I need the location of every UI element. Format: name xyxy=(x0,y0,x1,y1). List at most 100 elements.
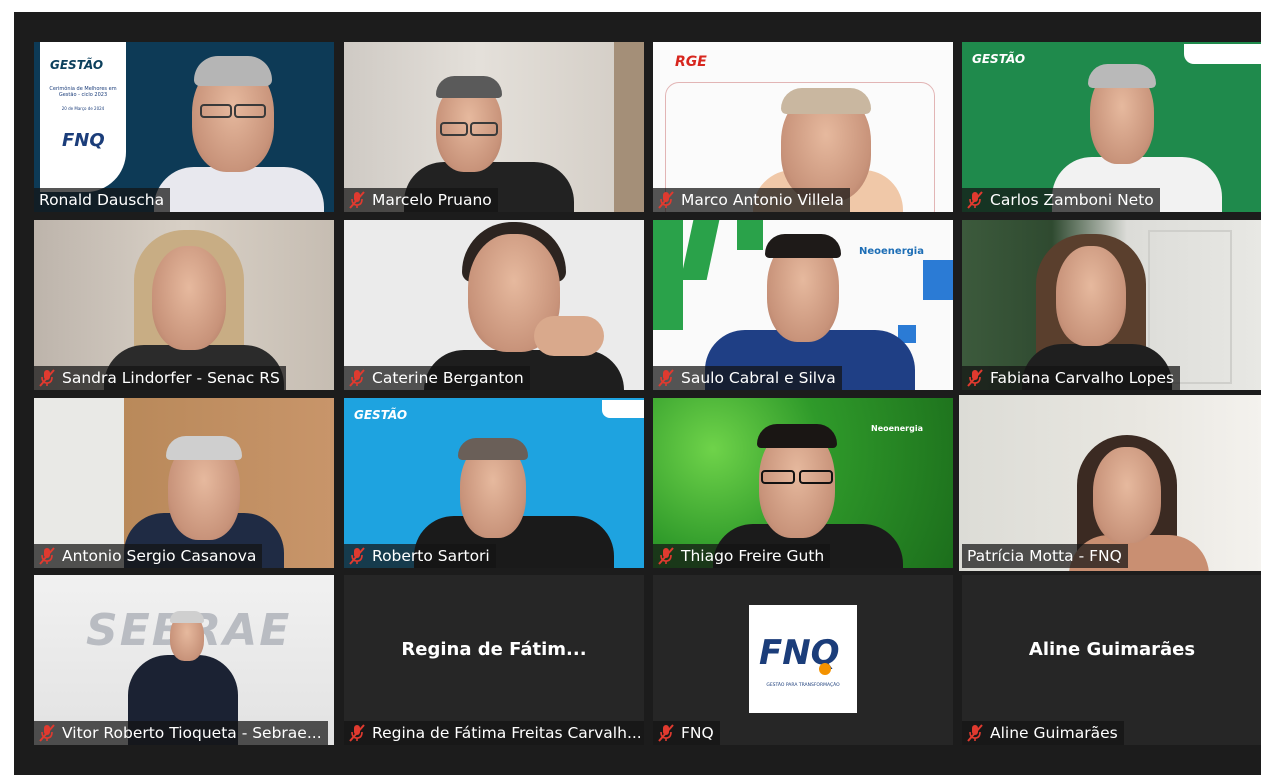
participant-name-bar: Marco Antonio Villela xyxy=(653,188,850,212)
mic-muted-icon[interactable] xyxy=(967,724,983,742)
mic-muted-icon[interactable] xyxy=(349,724,365,742)
participant-name-bar: Marcelo Pruano xyxy=(344,188,498,212)
person-hair xyxy=(194,56,272,86)
participant-display-name: Regina de Fátim... xyxy=(401,639,587,660)
participant-name: Sandra Lindorfer - Senac RS xyxy=(62,369,280,387)
video-placeholder xyxy=(962,575,1261,745)
person-hair xyxy=(166,436,242,460)
mic-muted-icon[interactable] xyxy=(349,369,365,387)
mic-muted-icon[interactable] xyxy=(39,369,55,387)
person-head xyxy=(1056,246,1126,346)
neoenergia-logo: Neoenergia xyxy=(871,424,923,433)
participant-name: Patrícia Motta - FNQ xyxy=(967,547,1122,565)
participant-name: Marcelo Pruano xyxy=(372,191,492,209)
participant-name-bar: Saulo Cabral e Silva xyxy=(653,366,842,390)
participant-name: Thiago Freire Guth xyxy=(681,547,825,565)
gestao-logo: GESTÃO xyxy=(354,408,408,422)
video-tile-no-video[interactable]: FNQ GESTÃO PARA TRANSFORMAÇÃO FNQ xyxy=(653,575,953,745)
participant-name-bar: Caterine Berganton xyxy=(344,366,530,390)
glasses xyxy=(799,470,833,484)
mic-muted-icon[interactable] xyxy=(39,547,55,565)
glasses xyxy=(440,122,468,136)
person-hair xyxy=(757,424,837,448)
participant-name-bar: Aline Guimarães xyxy=(962,721,1124,745)
person-hair xyxy=(170,611,204,623)
video-tile[interactable]: Neoenergia Saulo Cabral e Silva xyxy=(653,220,953,390)
gestao-logo: GESTÃO xyxy=(50,58,104,72)
video-tile-no-video[interactable]: Aline Guimarães Aline Guimarães xyxy=(962,575,1261,745)
video-tile-no-video[interactable]: Regina de Fátim... Regina de Fátima Frei… xyxy=(344,575,644,745)
participant-name: Marco Antonio Villela xyxy=(681,191,844,209)
mic-muted-icon[interactable] xyxy=(658,547,674,565)
sponsor-strip xyxy=(1184,44,1261,64)
video-tile[interactable]: Neoenergia Thiago Freire Guth xyxy=(653,398,953,568)
mic-muted-icon[interactable] xyxy=(658,369,674,387)
fnq-tagline: GESTÃO PARA TRANSFORMAÇÃO xyxy=(766,683,840,688)
mic-muted-icon[interactable] xyxy=(39,724,55,742)
participant-name-bar: Carlos Zamboni Neto xyxy=(962,188,1160,212)
participant-name-bar: FNQ xyxy=(653,721,720,745)
video-tile[interactable]: SEBRAE Vitor Roberto Tioqueta - Sebrae..… xyxy=(34,575,334,745)
gestao-banner: GESTÃO Cerimônia de Melhores em Gestão -… xyxy=(40,42,126,192)
person-hair xyxy=(1088,64,1156,88)
participant-name: Caterine Berganton xyxy=(372,369,524,387)
participant-name: Regina de Fátima Freitas Carvalh... xyxy=(372,724,642,742)
person-body xyxy=(154,167,324,212)
participant-name-bar: Fabiana Carvalho Lopes xyxy=(962,366,1181,390)
mic-muted-icon[interactable] xyxy=(658,191,674,209)
video-placeholder xyxy=(344,575,644,745)
fnq-logo: FNQ xyxy=(62,130,105,151)
participant-name-bar: Thiago Freire Guth xyxy=(653,544,831,568)
participant-name-bar: Roberto Sartori xyxy=(344,544,496,568)
person-hair xyxy=(781,88,871,114)
video-tile[interactable]: Fabiana Carvalho Lopes xyxy=(962,220,1261,390)
video-tile[interactable]: GESTÃO Roberto Sartori xyxy=(344,398,644,568)
mic-muted-icon[interactable] xyxy=(967,369,983,387)
neoenergia-logo: Neoenergia xyxy=(859,246,924,257)
person-hair xyxy=(458,438,528,460)
person-head xyxy=(152,246,226,350)
video-tile[interactable]: GESTÃO Cerimônia de Melhores em Gestão -… xyxy=(34,42,334,212)
deco-stripe xyxy=(653,220,683,330)
glasses xyxy=(200,104,232,118)
glasses xyxy=(470,122,498,136)
event-caption: Cerimônia de Melhores em Gestão - ciclo … xyxy=(49,86,117,98)
mic-muted-icon[interactable] xyxy=(658,724,674,742)
event-date: 20 de Março de 2024 xyxy=(61,106,105,111)
sponsor-strip xyxy=(602,400,644,418)
rge-logo: RGE xyxy=(675,54,707,70)
video-tile[interactable]: GESTÃO Carlos Zamboni Neto xyxy=(962,42,1261,212)
participant-name: Vitor Roberto Tioqueta - Sebrae... xyxy=(62,724,322,742)
participant-name: Fabiana Carvalho Lopes xyxy=(990,369,1175,387)
video-tile[interactable]: Marcelo Pruano xyxy=(344,42,644,212)
participant-name: Roberto Sartori xyxy=(372,547,490,565)
participant-display-name: Aline Guimarães xyxy=(1028,639,1196,660)
profile-picture: FNQ GESTÃO PARA TRANSFORMAÇÃO xyxy=(749,605,857,713)
participant-name-bar: Sandra Lindorfer - Senac RS xyxy=(34,366,286,390)
fnq-logo-dot xyxy=(819,663,831,675)
person-hair xyxy=(436,76,502,98)
video-tile[interactable]: Antonio Sergio Casanova xyxy=(34,398,334,568)
video-grid: GESTÃO Cerimônia de Melhores em Gestão -… xyxy=(14,12,1261,775)
mic-muted-icon[interactable] xyxy=(967,191,983,209)
participant-name-bar: Vitor Roberto Tioqueta - Sebrae... xyxy=(34,721,328,745)
video-tile-active-speaker[interactable]: Patrícia Motta - FNQ xyxy=(959,395,1261,571)
participant-name: FNQ xyxy=(681,724,714,742)
video-tile[interactable]: RGE Marco Antonio Villela xyxy=(653,42,953,212)
video-tile[interactable]: Sandra Lindorfer - Senac RS xyxy=(34,220,334,390)
participant-name-bar: Antonio Sergio Casanova xyxy=(34,544,263,568)
participant-name: Aline Guimarães xyxy=(990,724,1118,742)
person-head xyxy=(1093,447,1161,543)
hand xyxy=(534,316,604,356)
participant-name: Ronald Dauscha xyxy=(39,191,165,209)
mic-muted-icon[interactable] xyxy=(349,191,365,209)
deco-block xyxy=(923,260,953,300)
gestao-logo: GESTÃO xyxy=(972,52,1026,66)
mic-muted-icon[interactable] xyxy=(349,547,365,565)
participant-name: Carlos Zamboni Neto xyxy=(990,191,1154,209)
glasses xyxy=(761,470,795,484)
participant-name-bar: Patrícia Motta - FNQ xyxy=(962,544,1128,568)
participant-name-bar: Regina de Fátima Freitas Carvalh... xyxy=(344,721,644,745)
door-frame xyxy=(614,42,644,212)
video-tile[interactable]: Caterine Berganton xyxy=(344,220,644,390)
